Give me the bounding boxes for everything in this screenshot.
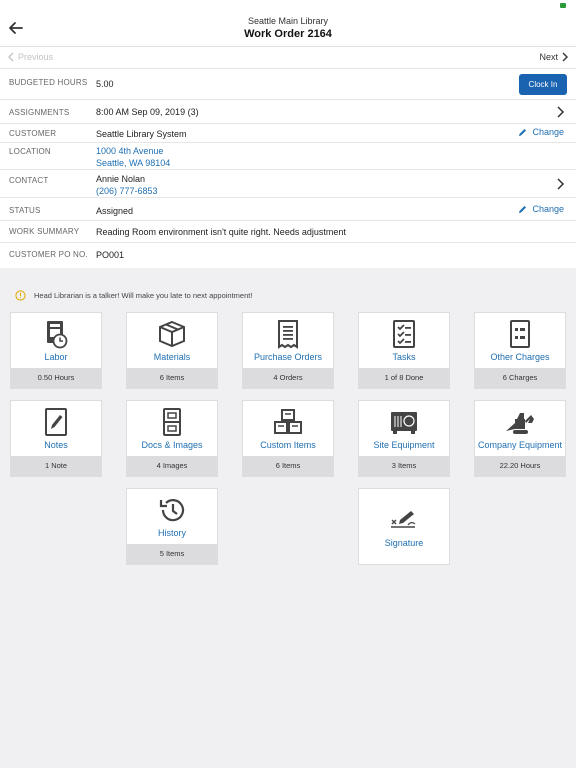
tile-custom-items[interactable]: Custom Items 6 Items	[242, 400, 334, 477]
stacked-boxes-icon	[243, 404, 333, 440]
tile-docs-images[interactable]: Docs & Images 4 Images	[126, 400, 218, 477]
pencil-icon	[519, 128, 527, 136]
page-title: Work Order 2164	[244, 28, 332, 40]
tile-labor[interactable]: Labor 0.50 Hours	[10, 312, 102, 389]
row-assignments[interactable]: ASSIGNMENTS 8:00 AM Sep 09, 2019 (3)	[0, 99, 576, 123]
customer-po-value: PO001	[96, 250, 125, 260]
work-summary-label: WORK SUMMARY	[9, 227, 80, 236]
chevron-right-icon	[557, 106, 565, 118]
contact-label: CONTACT	[9, 176, 49, 185]
change-label: Change	[532, 204, 564, 214]
customer-po-label: CUSTOMER PO NO.	[9, 250, 88, 259]
chevron-left-icon	[8, 52, 14, 62]
row-contact[interactable]: CONTACT Annie Nolan (206) 777-6853	[0, 169, 576, 197]
receipt-icon	[243, 316, 333, 352]
tile-other-charges[interactable]: Other Charges 6 Charges	[474, 312, 566, 389]
tile-footer: 5 Items	[127, 544, 217, 564]
tile-signature[interactable]: Signature	[358, 488, 450, 565]
tile-label: Custom Items	[260, 440, 316, 450]
tile-purchase-orders[interactable]: Purchase Orders 4 Orders	[242, 312, 334, 389]
location-label: LOCATION	[9, 147, 51, 156]
tile-tasks[interactable]: Tasks 1 of 8 Done	[358, 312, 450, 389]
status-value: Assigned	[96, 206, 134, 216]
tile-label: Site Equipment	[373, 440, 435, 450]
work-order-details: BUDGETED HOURS 5.00 Clock In ASSIGNMENTS…	[0, 68, 576, 268]
signature-icon	[359, 503, 449, 539]
location-address-line2[interactable]: Seattle, WA 98104	[96, 157, 170, 169]
tile-history[interactable]: History 5 Items	[126, 488, 218, 565]
tile-label: Signature	[384, 538, 424, 548]
tile-label: Other Charges	[490, 352, 550, 362]
contact-phone[interactable]: (206) 777-6853	[96, 185, 158, 197]
previous-label: Previous	[18, 52, 54, 62]
tile-label: Purchase Orders	[253, 352, 323, 362]
pencil-note-icon	[11, 404, 101, 440]
history-icon	[127, 492, 217, 528]
next-label: Next	[539, 52, 558, 62]
row-customer-po: CUSTOMER PO NO. PO001	[0, 242, 576, 268]
tile-label: Labor	[44, 352, 68, 362]
tile-label: Company Equipment	[477, 440, 563, 450]
status-label: STATUS	[9, 206, 41, 215]
tile-notes[interactable]: Notes 1 Note	[10, 400, 102, 477]
tile-footer: 22.20 Hours	[475, 456, 565, 476]
assignments-value: 8:00 AM Sep 09, 2019 (3)	[96, 107, 199, 117]
next-button[interactable]: Next	[539, 52, 568, 62]
checklist-icon	[359, 316, 449, 352]
customer-label: CUSTOMER	[9, 129, 57, 138]
excavator-icon	[475, 404, 565, 440]
tile-footer: 6 Items	[243, 456, 333, 476]
row-customer: CUSTOMER Seattle Library System Change	[0, 123, 576, 142]
hvac-unit-icon	[359, 404, 449, 440]
previous-button[interactable]: Previous	[8, 52, 53, 62]
tile-footer: 1 Note	[11, 456, 101, 476]
tile-company-equipment[interactable]: Company Equipment 22.20 Hours	[474, 400, 566, 477]
tile-footer: 6 Charges	[475, 368, 565, 388]
tile-site-equipment[interactable]: Site Equipment 3 Items	[358, 400, 450, 477]
file-cabinet-icon	[127, 404, 217, 440]
tile-label: Materials	[153, 352, 191, 362]
work-summary-value: Reading Room environment isn't quite rig…	[96, 227, 346, 237]
alert-text: Head Librarian is a talker! Will make yo…	[34, 290, 253, 300]
row-budgeted-hours: BUDGETED HOURS 5.00 Clock In	[0, 68, 576, 99]
tile-footer: 4 Images	[127, 456, 217, 476]
labor-clock-icon	[11, 316, 101, 352]
tile-label: History	[157, 528, 186, 538]
location-address-line1[interactable]: 1000 4th Avenue	[96, 145, 163, 157]
pencil-icon	[519, 205, 527, 213]
list-icon	[475, 316, 565, 352]
change-customer-button[interactable]: Change	[518, 127, 564, 137]
budgeted-hours-value: 5.00	[96, 79, 114, 89]
tile-label: Tasks	[392, 352, 416, 362]
tile-label: Notes	[44, 440, 68, 450]
row-location: LOCATION 1000 4th Avenue Seattle, WA 981…	[0, 142, 576, 169]
assignments-label: ASSIGNMENTS	[9, 108, 70, 117]
tile-materials[interactable]: Materials 6 Items	[126, 312, 218, 389]
tile-footer: 3 Items	[359, 456, 449, 476]
customer-value: Seattle Library System	[96, 129, 187, 139]
tile-label: Docs & Images	[141, 440, 203, 450]
alert-note: Head Librarian is a talker! Will make yo…	[0, 282, 576, 308]
tile-footer: 1 of 8 Done	[359, 368, 449, 388]
top-bar: Seattle Main Library Work Order 2164	[0, 0, 576, 46]
tile-footer: 4 Orders	[243, 368, 333, 388]
tile-footer: 0.50 Hours	[11, 368, 101, 388]
warning-circle-icon	[15, 289, 26, 301]
chevron-right-icon	[557, 178, 565, 190]
record-navigation: Previous Next	[0, 46, 576, 68]
chevron-right-icon	[562, 52, 568, 62]
change-label: Change	[532, 127, 564, 137]
page-subtitle: Seattle Main Library	[247, 16, 329, 26]
clock-in-button[interactable]: Clock In	[519, 74, 567, 95]
row-work-summary: WORK SUMMARY Reading Room environment is…	[0, 220, 576, 242]
battery-icon	[560, 3, 566, 8]
tile-footer: 6 Items	[127, 368, 217, 388]
row-status: STATUS Assigned Change	[0, 197, 576, 220]
contact-name: Annie Nolan	[96, 174, 146, 184]
change-status-button[interactable]: Change	[518, 204, 564, 214]
box-icon	[127, 316, 217, 352]
budgeted-hours-label: BUDGETED HOURS	[9, 78, 88, 87]
